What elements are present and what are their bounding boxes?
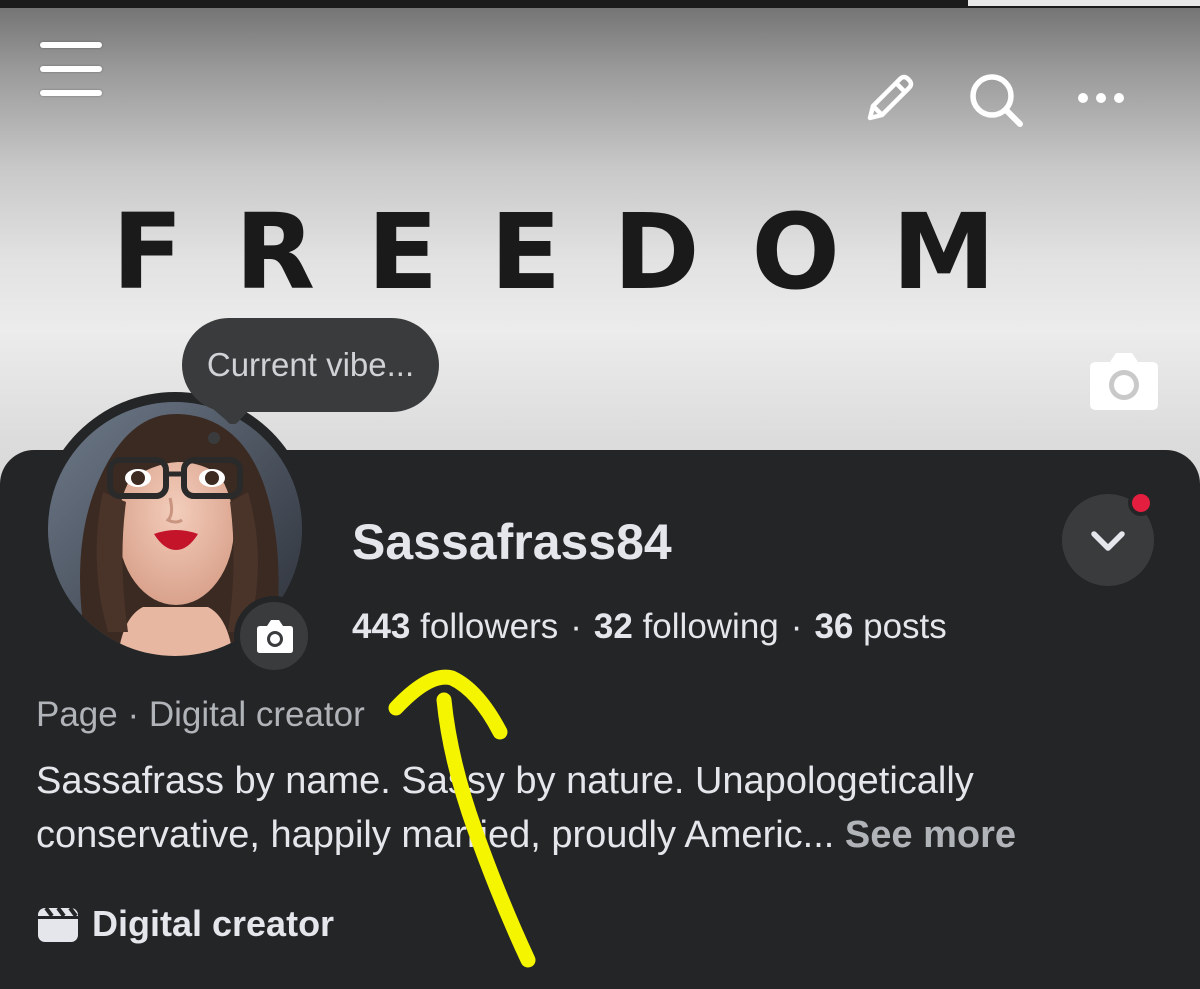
following-label: following — [642, 607, 779, 646]
following-link[interactable]: 32 following — [594, 607, 779, 646]
followers-label: followers — [420, 607, 559, 646]
followers-link[interactable]: 443 followers — [352, 607, 558, 646]
digital-creator-detail: Digital creator — [36, 898, 334, 950]
cover-headline: FREEDOM — [112, 191, 1048, 313]
search-icon[interactable] — [966, 70, 1026, 130]
posts-count: 36 — [814, 607, 854, 646]
vibe-bubble-dot — [208, 432, 220, 444]
avatar-camera-icon[interactable] — [234, 596, 314, 676]
profile-name: Sassafrass84 — [352, 514, 672, 570]
following-count: 32 — [593, 607, 633, 646]
page-category: Page · Digital creator — [36, 695, 365, 734]
pencil-icon[interactable] — [862, 70, 918, 126]
more-icon[interactable] — [1074, 86, 1130, 110]
notification-dot — [1128, 490, 1154, 516]
followers-count: 443 — [352, 607, 411, 646]
hamburger-menu-icon[interactable] — [40, 40, 102, 100]
clapperboard-icon — [38, 906, 78, 942]
digital-creator-label: Digital creator — [92, 903, 335, 944]
vibe-bubble-tail — [200, 398, 260, 424]
cover-camera-icon[interactable] — [1088, 350, 1160, 412]
see-more-link[interactable]: See more — [845, 814, 1016, 856]
profile-stats: 443 followers · 32 following · 36 posts — [352, 604, 947, 650]
bio-text: Sassafrass by name. Sassy by nature. Una… — [36, 760, 974, 856]
status-bar-highlight — [968, 0, 1200, 6]
profile-bio: Sassafrass by name. Sassy by nature. Una… — [36, 754, 1176, 862]
stats-separator: · — [790, 607, 803, 646]
posts-link[interactable]: 36 posts — [814, 607, 946, 646]
stats-separator: · — [570, 607, 582, 646]
posts-label: posts — [863, 607, 947, 646]
